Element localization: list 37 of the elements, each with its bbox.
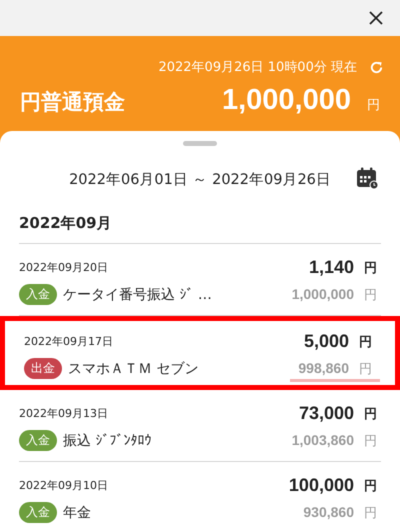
transaction-tag: 入金 [19, 284, 57, 305]
currency-unit: 円 [364, 432, 377, 450]
currency-unit: 円 [359, 334, 372, 350]
transaction-date: 2022年09月10日 [19, 478, 108, 493]
currency-unit: 円 [359, 360, 372, 378]
balance-amount: 1,000,000 [222, 84, 351, 117]
transaction-date: 2022年09月17日 [24, 334, 113, 349]
date-range: 2022年06月01日 ～ 2022年09月26日 [69, 170, 331, 188]
calendar-icon[interactable] [355, 166, 379, 190]
transaction-tag: 出金 [24, 358, 62, 379]
transaction-description: 振込 ｼﾞﾌﾞﾝﾀﾛｳ [63, 432, 152, 450]
month-heading: 2022年09月 [19, 194, 381, 244]
transaction-amount: 73,000 [298, 403, 354, 424]
transaction-amount: 100,000 [288, 475, 354, 496]
transaction-tag: 入金 [19, 502, 57, 523]
running-balance: 1,000,000 [292, 286, 354, 302]
transaction-description: ケータイ番号振込 ｼﾞ … [63, 286, 212, 304]
transaction-description: 年金 [63, 504, 91, 522]
currency-unit: 円 [364, 260, 377, 276]
transaction-tag: 入金 [19, 430, 57, 451]
running-balance: 930,860 [303, 504, 354, 520]
timestamp: 2022年09月26日 10時00分 現在 [158, 59, 357, 76]
currency-unit: 円 [364, 478, 377, 494]
account-name: 円普通預金 [20, 89, 125, 116]
running-balance: 998,860 [298, 360, 349, 376]
transaction-date: 2022年09月13日 [19, 406, 108, 421]
transaction-description: スマホＡＴＭ セブン [68, 360, 198, 378]
transaction-amount: 5,000 [304, 331, 349, 352]
currency-unit: 円 [367, 97, 380, 114]
transaction-date: 2022年09月20日 [19, 260, 108, 275]
currency-unit: 円 [364, 286, 377, 304]
currency-unit: 円 [364, 504, 377, 522]
running-balance: 1,003,860 [292, 432, 354, 448]
transaction-amount: 1,140 [308, 257, 354, 278]
drag-handle[interactable] [183, 141, 217, 146]
close-icon[interactable] [368, 10, 384, 26]
currency-unit: 円 [364, 406, 377, 422]
